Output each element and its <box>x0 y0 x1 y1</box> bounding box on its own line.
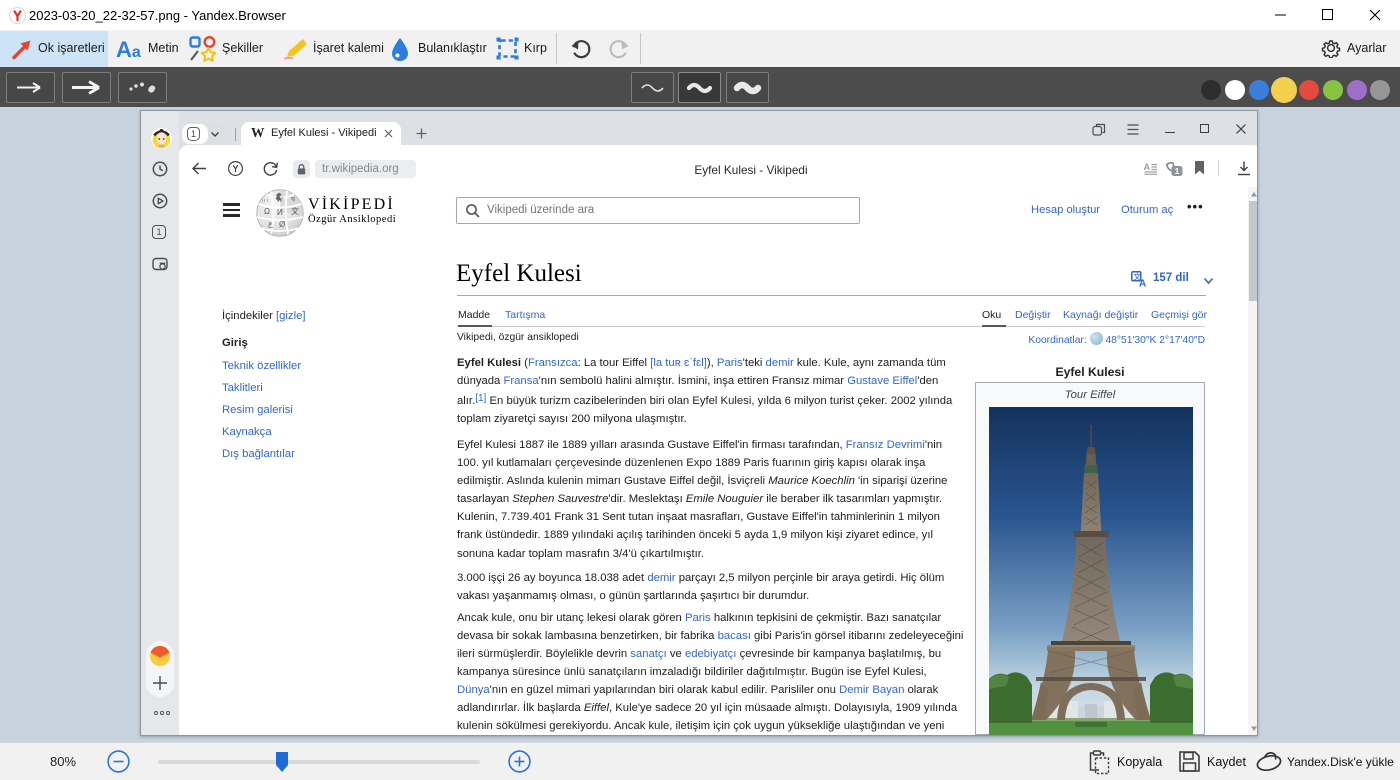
svg-text:1: 1 <box>1175 166 1180 176</box>
svg-text:文: 文 <box>291 206 299 216</box>
svg-text:И: И <box>277 208 283 217</box>
svg-text:Ω: Ω <box>264 207 270 216</box>
svg-text:W: W <box>276 195 284 204</box>
svg-text:Ø: Ø <box>279 220 285 229</box>
svg-text:A: A <box>1139 279 1146 288</box>
svg-text:A: A <box>1144 163 1151 172</box>
svg-text:ع: ع <box>268 219 273 228</box>
svg-text:ய: ய <box>262 197 268 204</box>
